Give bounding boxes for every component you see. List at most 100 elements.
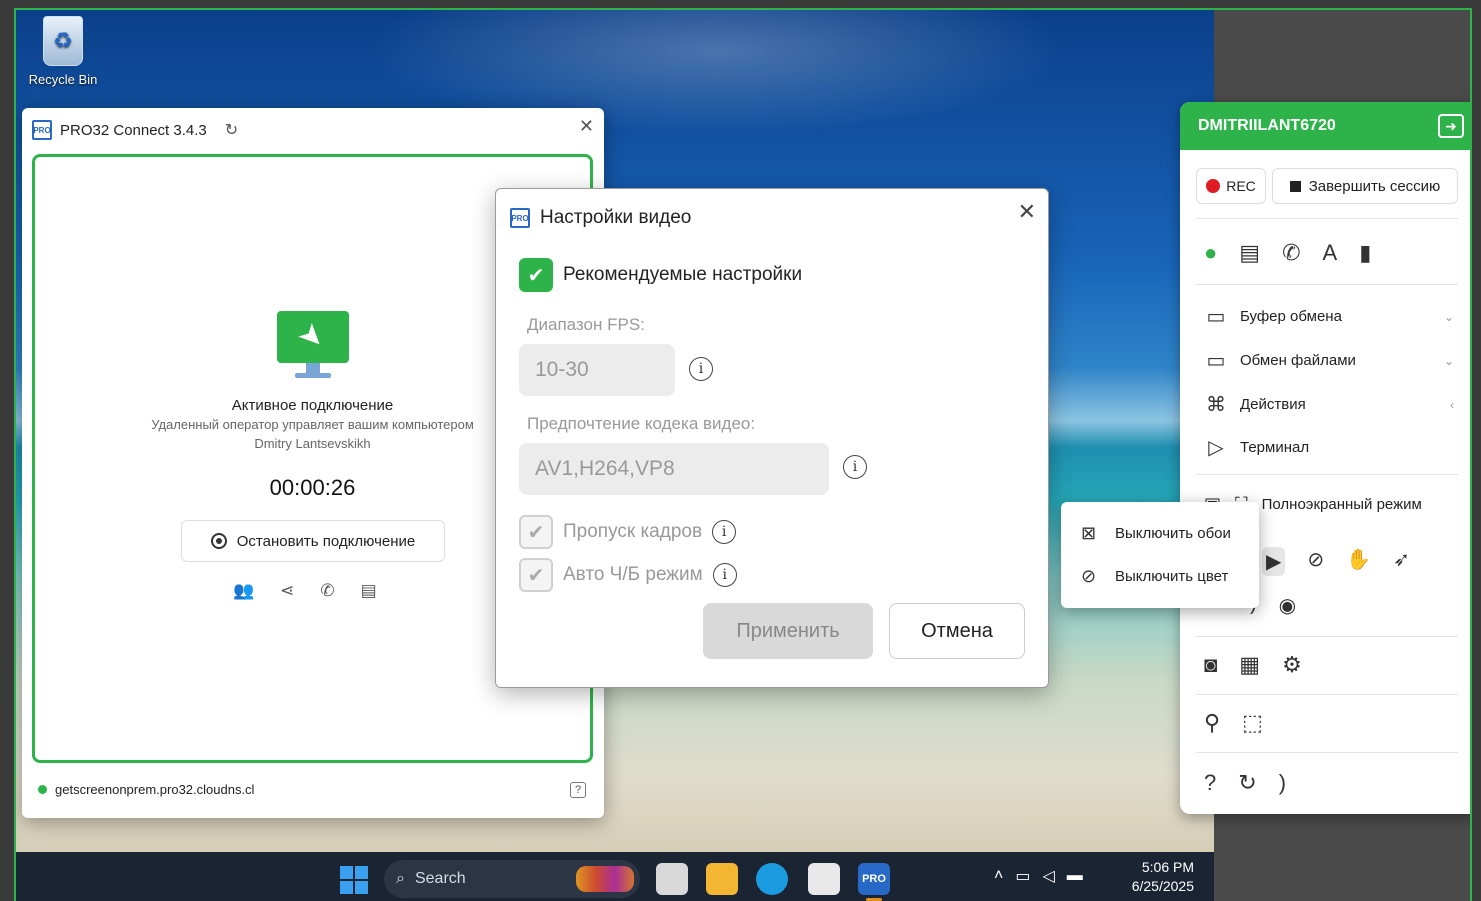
popup-item-label: Выключить обои	[1115, 525, 1231, 542]
display-options-popup: ⊠ Выключить обои ⊘ Выключить цвет	[1061, 502, 1259, 608]
checkmark-icon: ✔	[519, 258, 553, 292]
cancel-button[interactable]: Отмена	[889, 603, 1025, 659]
no-wallpaper-icon: ⊠	[1081, 523, 1097, 543]
popup-item-disable-color[interactable]: ⊘ Выключить цвет	[1081, 566, 1228, 587]
server-status: getscreenonprem.pro32.cloudns.cl	[38, 782, 254, 797]
pointer-icon[interactable]: ➶	[1393, 547, 1410, 576]
fps-range-label: Диапазон FPS:	[527, 315, 645, 334]
battery-icon[interactable]: ▬	[1067, 867, 1083, 885]
exit-panel-icon[interactable]: ➜	[1438, 114, 1464, 138]
desktop-icon-recycle-bin[interactable]: ♻ Recycle Bin	[28, 16, 98, 87]
remote-monitor-icon	[277, 311, 349, 383]
file-explorer-icon[interactable]	[706, 863, 738, 895]
chevron-down-icon: ⌄	[1443, 309, 1454, 324]
chat-icon[interactable]: ▤	[1239, 240, 1260, 266]
fps-info-icon[interactable]: i	[689, 357, 713, 381]
help-icon[interactable]: ?	[570, 782, 586, 798]
system-tools: ◙ ▦ ⚙	[1204, 652, 1302, 678]
frame-skip-label: Пропуск кадров	[563, 521, 703, 542]
gear-icon[interactable]: ⚙	[1282, 652, 1302, 678]
taskbar: ⌕ Search PRO ˄ ▭ ◁ ▬ 5:06 PM 6/25/2025	[16, 852, 1214, 901]
menu-item-terminal[interactable]: ▷ Терминал	[1204, 435, 1454, 460]
chevron-left-icon: ‹	[1450, 397, 1454, 412]
edge-icon[interactable]	[756, 863, 788, 895]
recycle-bin-label: Recycle Bin	[28, 72, 98, 87]
pro32-taskbar-icon[interactable]: PRO	[858, 863, 890, 901]
server-address: getscreenonprem.pro32.cloudns.cl	[55, 782, 255, 797]
volume-icon[interactable]: ◁	[1042, 866, 1054, 886]
camera-icon[interactable]: ◙	[1204, 652, 1217, 678]
eye-icon[interactable]: ◉	[1279, 593, 1296, 618]
video-settings-dialog: PRO Настройки видео ✕ ✔ Рекомендуемые на…	[495, 188, 1049, 688]
menu-item-label: Терминал	[1240, 439, 1310, 456]
network-icon[interactable]: ▭	[1015, 866, 1030, 886]
block-input-icon[interactable]: ✋	[1346, 547, 1371, 576]
pin-tools: ⚲ ⬚	[1204, 710, 1263, 736]
auto-bw-label: Авто Ч/Б режим	[563, 564, 703, 585]
taskbar-clock[interactable]: 5:06 PM 6/25/2025	[1124, 858, 1194, 896]
refresh-icon[interactable]: ↻	[225, 120, 238, 140]
rss-icon[interactable]: )	[1279, 770, 1286, 796]
start-button[interactable]	[340, 866, 368, 894]
system-tray: ˄ ▭ ◁ ▬	[994, 866, 1083, 886]
auto-bw-info-icon[interactable]: i	[712, 563, 737, 587]
command-icon: ⌘	[1206, 394, 1226, 416]
translate-icon[interactable]: A	[1323, 240, 1338, 266]
share-icon[interactable]: ⋖	[280, 581, 294, 601]
session-control-panel: DMITRIILANT6720 ➜ REC Завершить сессию ●…	[1180, 102, 1470, 814]
stop-record-icon	[210, 533, 227, 549]
phone-icon[interactable]: ✆	[320, 581, 334, 601]
connect-titlebar: PRO PRO32 Connect 3.4.3 ↻	[22, 108, 604, 152]
document-icon[interactable]: ▮	[1359, 240, 1371, 266]
recommended-settings-checkbox[interactable]: ✔ Рекомендуемые настройки	[519, 258, 802, 292]
checkmark-icon: ✔	[519, 558, 553, 592]
pro32-logo-icon: PRO	[510, 208, 530, 228]
stop-connection-button[interactable]: Остановить подключение	[181, 520, 445, 562]
dialog-close-button[interactable]: ✕	[1018, 199, 1036, 225]
apply-button[interactable]: Применить	[703, 603, 873, 659]
grid-select-icon[interactable]: ⬚	[1242, 710, 1263, 736]
pro32-logo-icon: PRO	[32, 120, 52, 140]
codec-preference-value: AV1,H264,VP8	[535, 457, 675, 480]
taskbar-search-label: Search	[414, 870, 466, 887]
stop-connection-label: Остановить подключение	[236, 532, 416, 550]
record-button[interactable]: REC	[1196, 168, 1266, 204]
menu-item-clipboard[interactable]: ▭ Буфер обмена ⌄	[1204, 304, 1454, 329]
chevron-down-icon: ⌄	[1443, 353, 1454, 368]
screen-settings-icon[interactable]: ▶	[1262, 547, 1286, 576]
connect-close-button[interactable]: ✕	[579, 116, 594, 137]
pin-icon[interactable]: ⚲	[1204, 710, 1220, 736]
users-icon[interactable]: 👥	[233, 581, 254, 601]
chevron-up-icon[interactable]: ˄	[994, 867, 1003, 885]
menu-item-label: Действия	[1240, 396, 1306, 413]
codec-preference-label: Предпочтение кодека видео:	[527, 414, 756, 433]
quick-actions: ● ▤ ✆ A ▮	[1204, 240, 1371, 266]
search-icon: ⌕	[396, 870, 405, 887]
phone-icon[interactable]: ✆	[1282, 240, 1300, 266]
menu-item-actions[interactable]: ⌘ Действия ‹	[1204, 392, 1454, 417]
codec-info-icon[interactable]: i	[843, 455, 867, 479]
divider	[1196, 694, 1458, 695]
fps-range-field: 10-30	[519, 344, 675, 396]
popup-item-disable-wallpaper[interactable]: ⊠ Выключить обои	[1081, 523, 1231, 544]
online-status-dot	[38, 785, 47, 794]
store-icon[interactable]	[808, 863, 840, 895]
auto-bw-checkbox: ✔ Авто Ч/Б режим i	[519, 558, 737, 592]
task-view-icon[interactable]	[656, 863, 688, 895]
menu-item-file-transfer[interactable]: ▭ Обмен файлами ⌄	[1204, 348, 1454, 373]
frame-skip-info-icon[interactable]: i	[712, 520, 737, 544]
dialog-title-bar: PRO Настройки видео	[510, 207, 691, 229]
screen-off-icon[interactable]: ⊘	[1307, 547, 1324, 576]
taskbar-search[interactable]: ⌕ Search	[384, 860, 640, 898]
record-dot-icon	[1206, 179, 1221, 193]
chip-icon[interactable]: ▦	[1239, 652, 1260, 678]
reload-icon[interactable]: ↻	[1238, 770, 1256, 796]
help-icon[interactable]: ?	[1204, 770, 1216, 796]
divider	[1196, 474, 1458, 475]
menu-item-label: Буфер обмена	[1240, 308, 1342, 325]
user-status-icon[interactable]: ●	[1204, 240, 1217, 266]
end-session-button[interactable]: Завершить сессию	[1272, 168, 1458, 204]
chat-icon[interactable]: ▤	[361, 581, 377, 601]
fps-range-value: 10-30	[535, 358, 589, 381]
codec-preference-field: AV1,H264,VP8	[519, 443, 829, 495]
